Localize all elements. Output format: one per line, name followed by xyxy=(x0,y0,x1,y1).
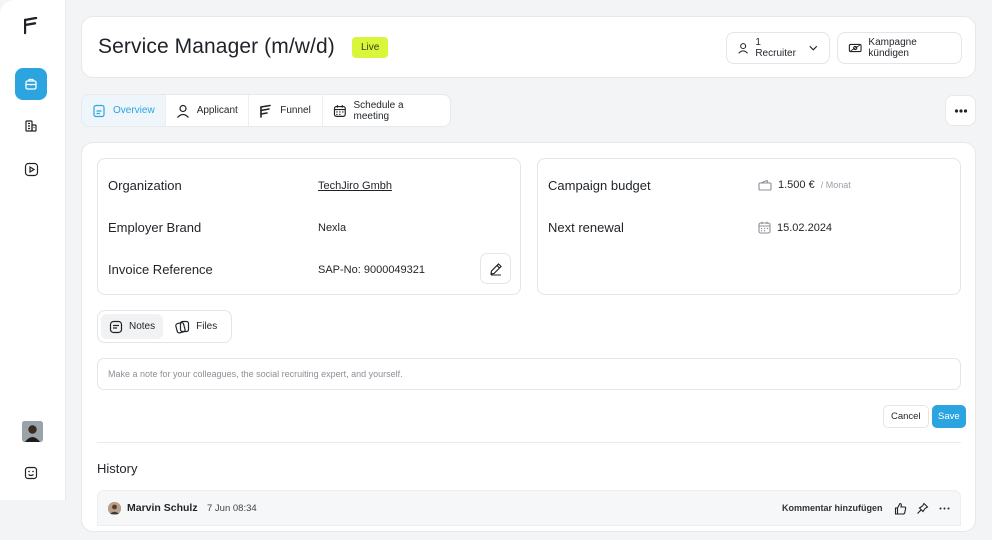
employer-brand-value: Nexla xyxy=(318,222,347,234)
sidebar xyxy=(0,0,66,500)
pencil-icon xyxy=(489,262,502,275)
divider xyxy=(97,442,961,443)
more-horizontal-icon xyxy=(954,108,967,113)
money-icon xyxy=(848,43,862,53)
tab-schedule-meeting[interactable]: Schedule a meeting xyxy=(323,95,450,126)
history-timestamp: 7 Jun 08:34 xyxy=(207,503,257,514)
recruiter-button-label: 1 Recruiter xyxy=(755,37,796,59)
note-icon xyxy=(109,320,123,333)
history-entry: Marvin Schulz 7 Jun 08:34 Kommentar hinz… xyxy=(97,490,961,526)
funnel-icon xyxy=(260,104,272,118)
tab-bar: Overview Applicant Funnel Schedule a mee… xyxy=(81,94,451,127)
tab-files-label: Files xyxy=(196,321,218,332)
tab-files[interactable]: Files xyxy=(167,314,225,339)
smile-icon xyxy=(24,466,38,480)
save-button[interactable]: Save xyxy=(932,405,966,428)
tab-applicant[interactable]: Applicant xyxy=(166,95,250,126)
campaign-budget-value: 1.500 € xyxy=(778,179,815,191)
notes-files-toggle: Notes Files xyxy=(97,310,232,343)
tab-schedule-meeting-label: Schedule a meeting xyxy=(353,99,404,122)
organization-label: Organization xyxy=(108,178,182,193)
app-frame: Service Manager (m/w/d) Live 1 Recruiter… xyxy=(0,0,992,540)
organization-details: Organization TechJiro Gmbh Employer Bran… xyxy=(97,158,521,295)
recruiter-dropdown-button[interactable]: 1 Recruiter xyxy=(726,32,830,64)
wallet-icon xyxy=(758,179,772,191)
cancel-campaign-label: Kampagne kündigen xyxy=(868,37,917,59)
tab-overview-label: Overview xyxy=(113,105,155,116)
tab-funnel[interactable]: Funnel xyxy=(249,95,323,126)
chevron-down-icon xyxy=(809,45,818,51)
tab-funnel-label: Funnel xyxy=(280,105,311,116)
tab-applicant-label: Applicant xyxy=(196,105,238,116)
calendar-icon xyxy=(758,221,771,234)
sidebar-item-feedback[interactable] xyxy=(15,457,47,489)
page-title: Service Manager (m/w/d) xyxy=(98,35,335,58)
history-author: Marvin Schulz xyxy=(127,502,198,514)
sidebar-item-companies[interactable] xyxy=(15,110,47,142)
avatar[interactable] xyxy=(22,421,43,442)
avatar xyxy=(108,502,121,515)
thumbs-up-icon[interactable] xyxy=(893,501,907,515)
files-icon xyxy=(175,320,190,334)
invoice-reference-value: SAP-No: 9000049321 xyxy=(318,264,426,276)
organization-value-wrapper: TechJiro Gmbh xyxy=(318,180,392,192)
calendar-icon xyxy=(333,104,346,117)
tab-notes-label: Notes xyxy=(129,321,156,332)
building-icon xyxy=(25,120,37,132)
header-card: Service Manager (m/w/d) Live 1 Recruiter… xyxy=(81,16,976,78)
pin-icon[interactable] xyxy=(915,501,929,515)
next-renewal-value: 15.02.2024 xyxy=(777,221,833,234)
cancel-button[interactable]: Cancel xyxy=(883,405,929,428)
add-comment-link[interactable]: Kommentar hinzufügen xyxy=(782,503,883,513)
document-icon xyxy=(93,104,105,117)
cancel-campaign-button[interactable]: Kampagne kündigen xyxy=(837,32,962,64)
more-options-button[interactable] xyxy=(945,95,976,126)
play-circle-icon xyxy=(24,162,38,176)
employer-brand-label: Employer Brand xyxy=(108,220,202,235)
more-horizontal-icon[interactable] xyxy=(937,501,951,515)
status-badge: Live xyxy=(352,37,389,58)
sidebar-item-videos[interactable] xyxy=(15,153,47,185)
briefcase-icon xyxy=(25,78,37,90)
edit-invoice-reference-button[interactable] xyxy=(480,253,511,284)
sidebar-item-campaigns[interactable] xyxy=(15,68,47,100)
logo-icon[interactable] xyxy=(23,16,38,35)
next-renewal-label: Next renewal xyxy=(548,220,624,235)
tab-overview[interactable]: Overview xyxy=(82,95,166,126)
user-icon xyxy=(738,43,748,54)
campaign-budget-period: / Monat xyxy=(820,180,851,190)
overview-panel: Organization TechJiro Gmbh Employer Bran… xyxy=(81,142,976,532)
tab-notes[interactable]: Notes xyxy=(101,314,164,339)
invoice-reference-label: Invoice Reference xyxy=(108,262,213,277)
note-input[interactable] xyxy=(97,358,961,390)
user-icon xyxy=(176,104,189,118)
next-renewal-value-wrapper: 15.02.2024 xyxy=(758,221,832,234)
campaign-details: Campaign budget 1.500 € / Monat Next ren… xyxy=(537,158,961,295)
history-title: History xyxy=(97,461,138,476)
campaign-budget-label: Campaign budget xyxy=(548,178,651,193)
organization-link[interactable]: TechJiro Gmbh xyxy=(318,180,392,192)
campaign-budget-value-wrapper: 1.500 € / Monat xyxy=(758,179,851,191)
